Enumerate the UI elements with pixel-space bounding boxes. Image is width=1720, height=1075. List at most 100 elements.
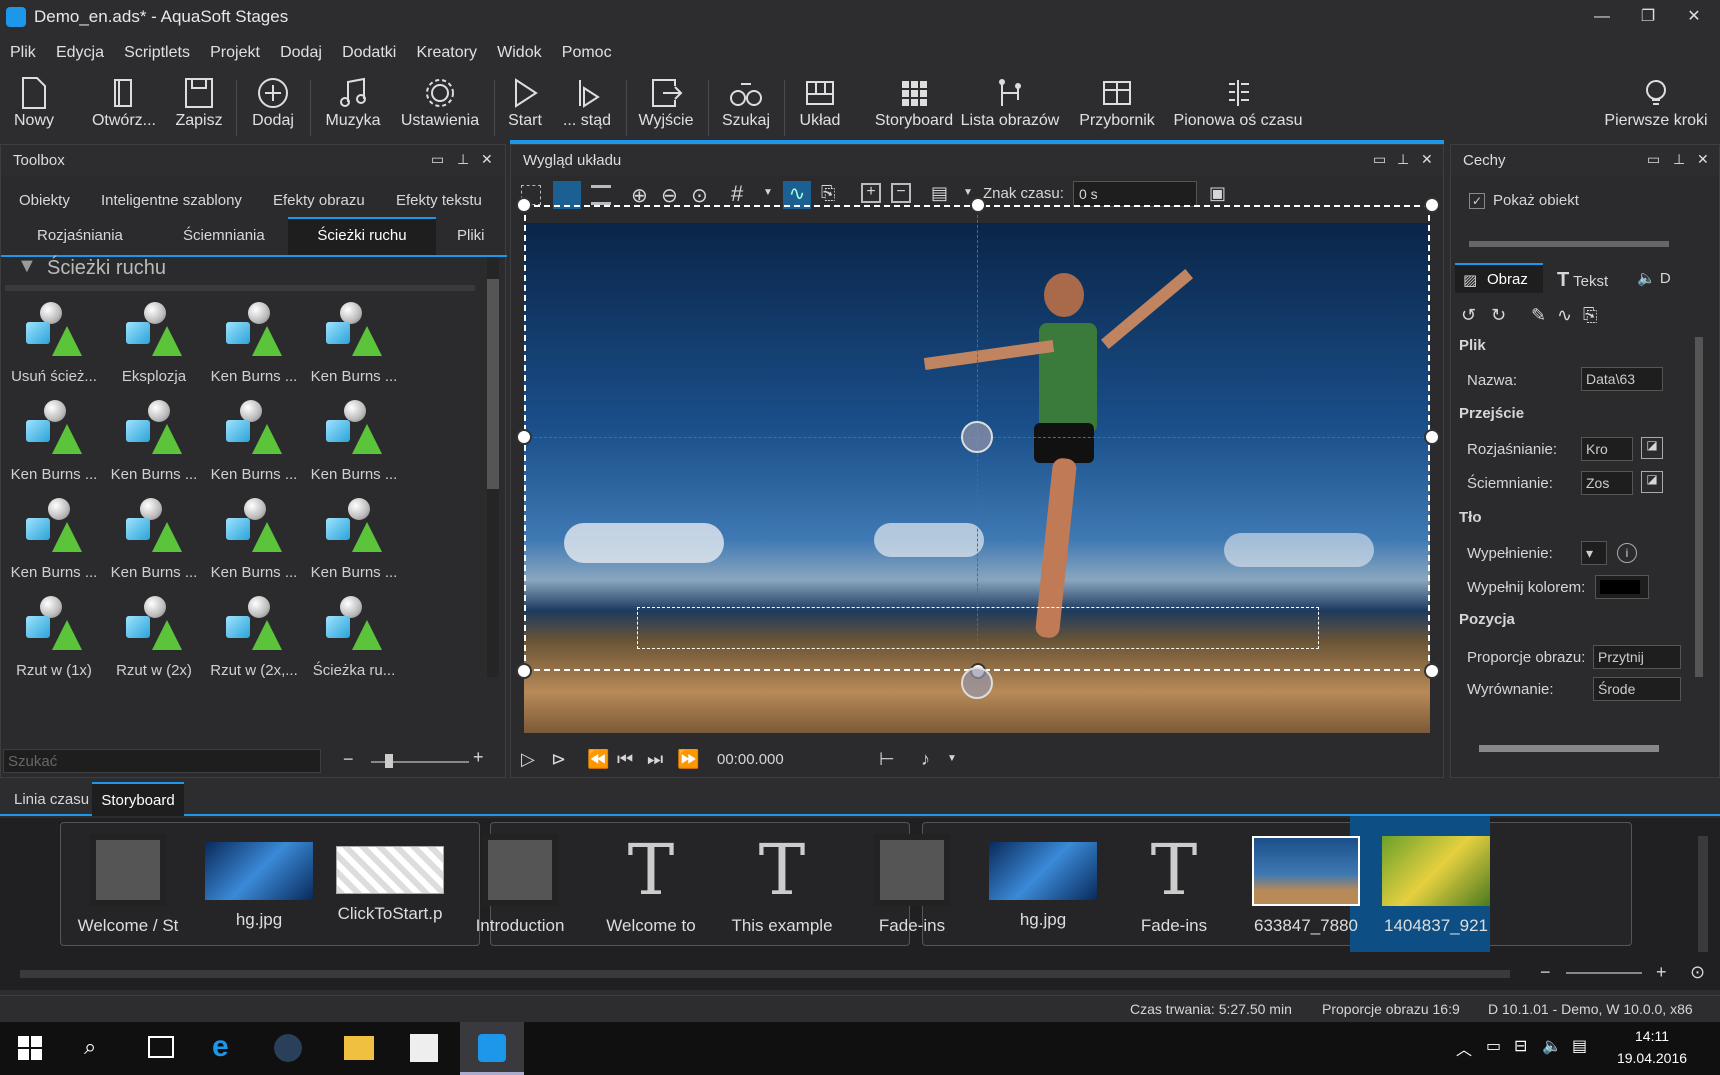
zoom-in-icon[interactable]: + [473,747,484,768]
aspect-select[interactable]: Przytnij [1593,645,1681,669]
zoom-out-icon[interactable]: − [343,749,354,770]
storyboard-v-scrollbar[interactable] [1698,836,1708,952]
search-icon[interactable]: ⌕ [84,1034,96,1060]
storyboard-button[interactable]: Storyboard [858,76,970,130]
vertical-timeline-button[interactable]: Pionowa oś czasu [1172,76,1304,130]
storyboard-item[interactable]: T This example [720,834,844,936]
storyboard-h-scrollbar[interactable] [20,970,1510,978]
tab-files[interactable]: Pliki [457,227,485,244]
motion-path-item[interactable]: Ken Burns ... [6,496,102,581]
storyboard-item[interactable]: Introduction [458,834,582,936]
menu-help[interactable]: Pomoc [562,44,612,61]
storyboard-item[interactable]: hg.jpg [197,834,321,930]
audio-settings-icon[interactable]: ♪ [921,749,930,770]
storyboard-zoom-slider[interactable] [1566,972,1642,974]
save-icon[interactable]: ▣ [1209,183,1226,204]
properties-scrollbar[interactable] [1695,337,1703,677]
motion-path-item[interactable]: Eksplozja [106,300,202,385]
tab-objects[interactable]: Obiekty [19,192,70,209]
restore-button[interactable]: ❐ [1626,4,1670,30]
motion-path-item[interactable]: Rzut w (2x,... [206,594,302,679]
zoom-slider[interactable] [371,754,469,768]
camera-icon[interactable]: ⎘ [1583,305,1597,326]
motion-path-item[interactable]: Rzut w (1x) [6,594,102,679]
motion-path-item[interactable]: Ken Burns ... [106,496,202,581]
menu-view[interactable]: Widok [497,44,541,61]
zoom-out-icon[interactable]: − [1540,962,1551,983]
menu-extras[interactable]: Dodatki [342,44,396,61]
menu-edit[interactable]: Edycja [56,44,104,61]
action-center-icon[interactable]: ▤ [1572,1036,1587,1056]
motion-path-item[interactable]: Ken Burns ... [306,398,402,483]
aquasoft-taskbar-button[interactable] [460,1022,524,1075]
file-explorer-icon[interactable] [344,1036,374,1060]
maximize-panel-icon[interactable]: ▭ [1373,151,1386,168]
save-button[interactable]: Zapisz [172,76,226,130]
storyboard-item[interactable]: T Fade-ins [1112,834,1236,936]
storyboard-item[interactable]: hg.jpg [981,834,1105,930]
motion-path-item[interactable]: Rzut w (2x) [106,594,202,679]
storyboard-item[interactable]: 1404837_921 [1374,834,1498,936]
resize-handle[interactable] [1424,429,1440,445]
rotate-right-icon[interactable]: ↻ [1491,305,1506,326]
grid-icon[interactable]: # [731,181,743,207]
camera-icon[interactable]: ⎘ [821,183,835,204]
chevron-down-icon[interactable]: ▼ [963,187,973,198]
toolbox-scrollbar[interactable] [487,257,499,677]
tab-smart-templates[interactable]: Inteligentne szablony [101,192,242,209]
storyboard-item[interactable]: 633847_7880 [1244,834,1368,936]
fade-in-edit-icon[interactable]: ◪ [1641,437,1663,459]
play-from-here-icon[interactable]: ⊳ [551,749,566,770]
chevron-up-icon[interactable]: ︿ [1456,1036,1472,1060]
previous-icon[interactable]: ⏮ [617,749,633,770]
close-panel-icon[interactable]: ✕ [1697,151,1709,168]
task-view-icon[interactable] [148,1036,174,1058]
storyboard-item[interactable]: Welcome / St [66,834,190,936]
info-icon[interactable]: i [1617,543,1637,563]
tab-timeline[interactable]: Linia czasu [14,791,89,808]
battery-icon[interactable]: ▭ [1486,1036,1501,1056]
motion-path-item[interactable]: Usuń ścież... [6,300,102,385]
tab-image[interactable]: ▨ Obraz [1455,263,1543,293]
tab-motion-paths[interactable]: Ścieżki ruchu [288,217,436,255]
chevron-down-icon[interactable]: ▼ [763,187,773,198]
play-icon[interactable]: ▷ [521,749,535,770]
tab-storyboard[interactable]: Storyboard [92,782,184,816]
menu-wizards[interactable]: Kreatory [417,44,477,61]
resize-handle[interactable] [516,197,532,213]
motion-path-item[interactable]: Ken Burns ... [206,398,302,483]
settings-button[interactable]: Ustawienia [398,76,482,130]
zoom-fit-icon[interactable]: ⊙ [1690,962,1705,983]
tab-sound[interactable]: 🔈 D [1637,269,1671,287]
resize-handle[interactable] [1424,197,1440,213]
zoom-in-icon[interactable]: + [1656,962,1667,983]
tab-fade-ins[interactable]: Rozjaśniania [37,227,123,244]
tab-image-effects[interactable]: Efekty obrazu [273,192,365,209]
resize-handle[interactable] [516,663,532,679]
fade-out-select[interactable]: Zos [1581,471,1633,495]
fast-forward-icon[interactable]: ⏩ [677,749,699,770]
motion-path-item[interactable]: Ścieżka ru... [306,594,402,679]
storyboard-item[interactable]: ClickToStart.p [328,834,452,924]
menu-file[interactable]: Plik [10,44,36,61]
pin-icon[interactable]: ⊥ [1673,151,1685,168]
image-list-button[interactable]: Lista obrazów [960,76,1060,130]
add-keyframe-icon[interactable]: + [861,183,881,203]
name-field[interactable]: Data\63 [1581,367,1663,391]
grid-lines-icon[interactable] [591,185,611,205]
close-panel-icon[interactable]: ✕ [481,151,493,168]
properties-scrollbar-top[interactable] [1469,241,1669,247]
fade-out-edit-icon[interactable]: ◪ [1641,471,1663,493]
maximize-panel-icon[interactable]: ▭ [431,151,444,168]
preview-icon[interactable]: ⊢ [879,749,895,770]
toolbox-search-input[interactable]: Szukać [3,749,321,773]
section-collapse-icon[interactable]: ▼ [17,255,37,278]
storyboard-item[interactable]: T Welcome to [589,834,713,936]
steam-icon[interactable] [274,1034,302,1062]
layers-icon[interactable]: ▤ [931,183,948,204]
fill-select[interactable]: ▾ [1581,541,1607,565]
chevron-down-icon[interactable]: ▼ [947,753,957,764]
play-from-here-button[interactable]: ... stąd [560,76,614,130]
storyboard-item[interactable]: Fade-ins [850,834,974,936]
next-icon[interactable]: ⏭ [647,749,663,770]
